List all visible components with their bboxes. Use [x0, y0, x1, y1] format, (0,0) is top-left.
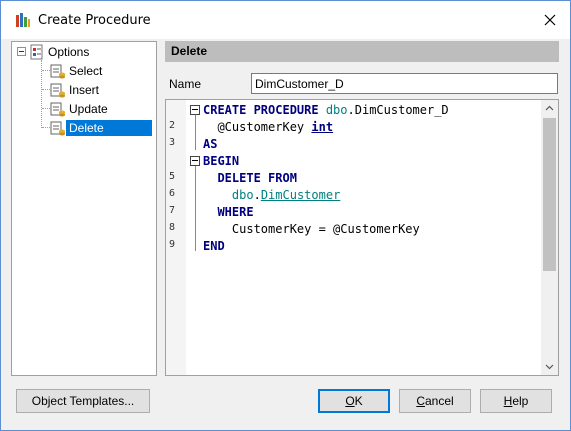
- code-token: DimCustomer: [260, 188, 341, 202]
- code-token: AS: [203, 137, 218, 151]
- code-token: dbo: [231, 188, 254, 202]
- code-text: CustomerKey = @CustomerKey: [203, 222, 420, 236]
- procedure-icon: [50, 83, 65, 98]
- code-text: @CustomerKey int: [203, 120, 333, 134]
- tree-item-label: Select: [69, 64, 103, 78]
- name-label: Name: [169, 77, 202, 91]
- tree-line: [42, 89, 50, 90]
- code-text: DELETE FROM: [203, 171, 297, 185]
- code-token: BEGIN: [203, 154, 240, 168]
- collapse-toggle[interactable]: [17, 47, 26, 56]
- cancel-label: Cancel: [416, 394, 453, 408]
- cancel-button[interactable]: Cancel: [399, 389, 471, 413]
- ok-label: OK: [345, 394, 362, 408]
- code-line: 9 END: [166, 238, 542, 255]
- code-line: 2 @CustomerKey int: [166, 119, 542, 136]
- window-title: Create Procedure: [38, 13, 151, 28]
- tree-node-insert[interactable]: Insert: [50, 81, 102, 99]
- ok-label-post: K: [354, 394, 363, 408]
- ok-mnemonic: O: [345, 394, 355, 408]
- scrollbar-thumb[interactable]: [543, 118, 556, 271]
- tree-line: [42, 70, 50, 71]
- tree-item-label: Insert: [69, 83, 100, 97]
- code-text: WHERE: [203, 205, 254, 219]
- options-icon: [30, 44, 43, 60]
- vertical-scrollbar[interactable]: [541, 100, 558, 375]
- code-text: CREATE PROCEDURE dbo.DimCustomer_D: [203, 103, 449, 117]
- options-tree: Options Select Insert Update Delete: [11, 41, 157, 376]
- procedure-icon: [50, 121, 65, 136]
- object-templates-button[interactable]: Object Templates...: [16, 389, 150, 413]
- create-procedure-dialog: Create Procedure Options Select Insert U…: [0, 0, 571, 431]
- cancel-label-post: ancel: [424, 394, 454, 408]
- database-procedure-icon: [16, 13, 30, 27]
- line-number: 8: [169, 222, 176, 233]
- tree-node-options[interactable]: Options: [29, 43, 92, 61]
- line-number: 5: [169, 171, 176, 182]
- procedure-icon: [50, 102, 65, 117]
- code-token: .DimCustomer_D: [347, 103, 449, 117]
- code-line: 7 WHERE: [166, 204, 542, 221]
- code-text: dbo.DimCustomer: [203, 188, 340, 202]
- section-header: Delete: [165, 41, 559, 62]
- object-templates-label: Object Templates...: [31, 394, 135, 408]
- tree-item-label: Update: [69, 102, 108, 116]
- scroll-up-icon[interactable]: [545, 104, 554, 113]
- tree-item-label: Delete: [66, 120, 152, 136]
- code-line: 3 AS: [166, 136, 542, 153]
- line-number: 6: [169, 188, 176, 199]
- help-label-post: elp: [512, 394, 529, 408]
- scroll-down-icon[interactable]: [545, 362, 554, 371]
- sql-editor[interactable]: CREATE PROCEDURE dbo.DimCustomer_D 2 @Cus…: [165, 99, 559, 376]
- tree-node-update[interactable]: Update: [50, 100, 111, 118]
- code-line: 8 CustomerKey = @CustomerKey: [166, 221, 542, 238]
- code-text: END: [203, 239, 225, 253]
- line-number: 7: [169, 205, 176, 216]
- tree-node-select[interactable]: Select: [50, 62, 105, 80]
- code-text: BEGIN: [203, 154, 239, 168]
- tree-line: [42, 127, 50, 128]
- code-token: CREATE PROCEDURE: [203, 103, 326, 117]
- cancel-mnemonic: C: [416, 394, 425, 408]
- code-token: int: [311, 120, 334, 134]
- code-line: 5 DELETE FROM: [166, 170, 542, 187]
- line-number: 2: [169, 120, 176, 131]
- fold-toggle-icon[interactable]: [190, 105, 200, 115]
- tree-root-label: Options: [48, 45, 90, 59]
- fold-toggle-icon[interactable]: [190, 156, 200, 166]
- procedure-icon: [50, 64, 65, 79]
- code-token: @CustomerKey: [203, 120, 312, 134]
- code-token: dbo: [325, 103, 348, 117]
- code-token: CustomerKey = @CustomerKey: [203, 222, 420, 236]
- code-token: .: [253, 188, 261, 202]
- ok-button[interactable]: OK: [318, 389, 390, 413]
- tree-node-delete[interactable]: Delete: [50, 119, 152, 137]
- line-number: 9: [169, 239, 176, 250]
- line-number: 3: [169, 137, 176, 148]
- procedure-name-input[interactable]: DimCustomer_D: [251, 73, 558, 94]
- code-token: DELETE FROM: [203, 171, 297, 185]
- tree-line: [42, 108, 50, 109]
- title-bar: Create Procedure: [1, 1, 570, 39]
- code-line: 6 dbo.DimCustomer: [166, 187, 542, 204]
- code-token: WHERE: [203, 205, 254, 219]
- help-button[interactable]: Help: [480, 389, 552, 413]
- code-line: BEGIN: [166, 153, 542, 170]
- close-button[interactable]: [540, 10, 560, 30]
- close-icon: [544, 14, 556, 26]
- code-text: AS: [203, 137, 217, 151]
- help-label: Help: [504, 394, 529, 408]
- code-line: CREATE PROCEDURE dbo.DimCustomer_D: [166, 102, 542, 119]
- code-token: END: [203, 239, 225, 253]
